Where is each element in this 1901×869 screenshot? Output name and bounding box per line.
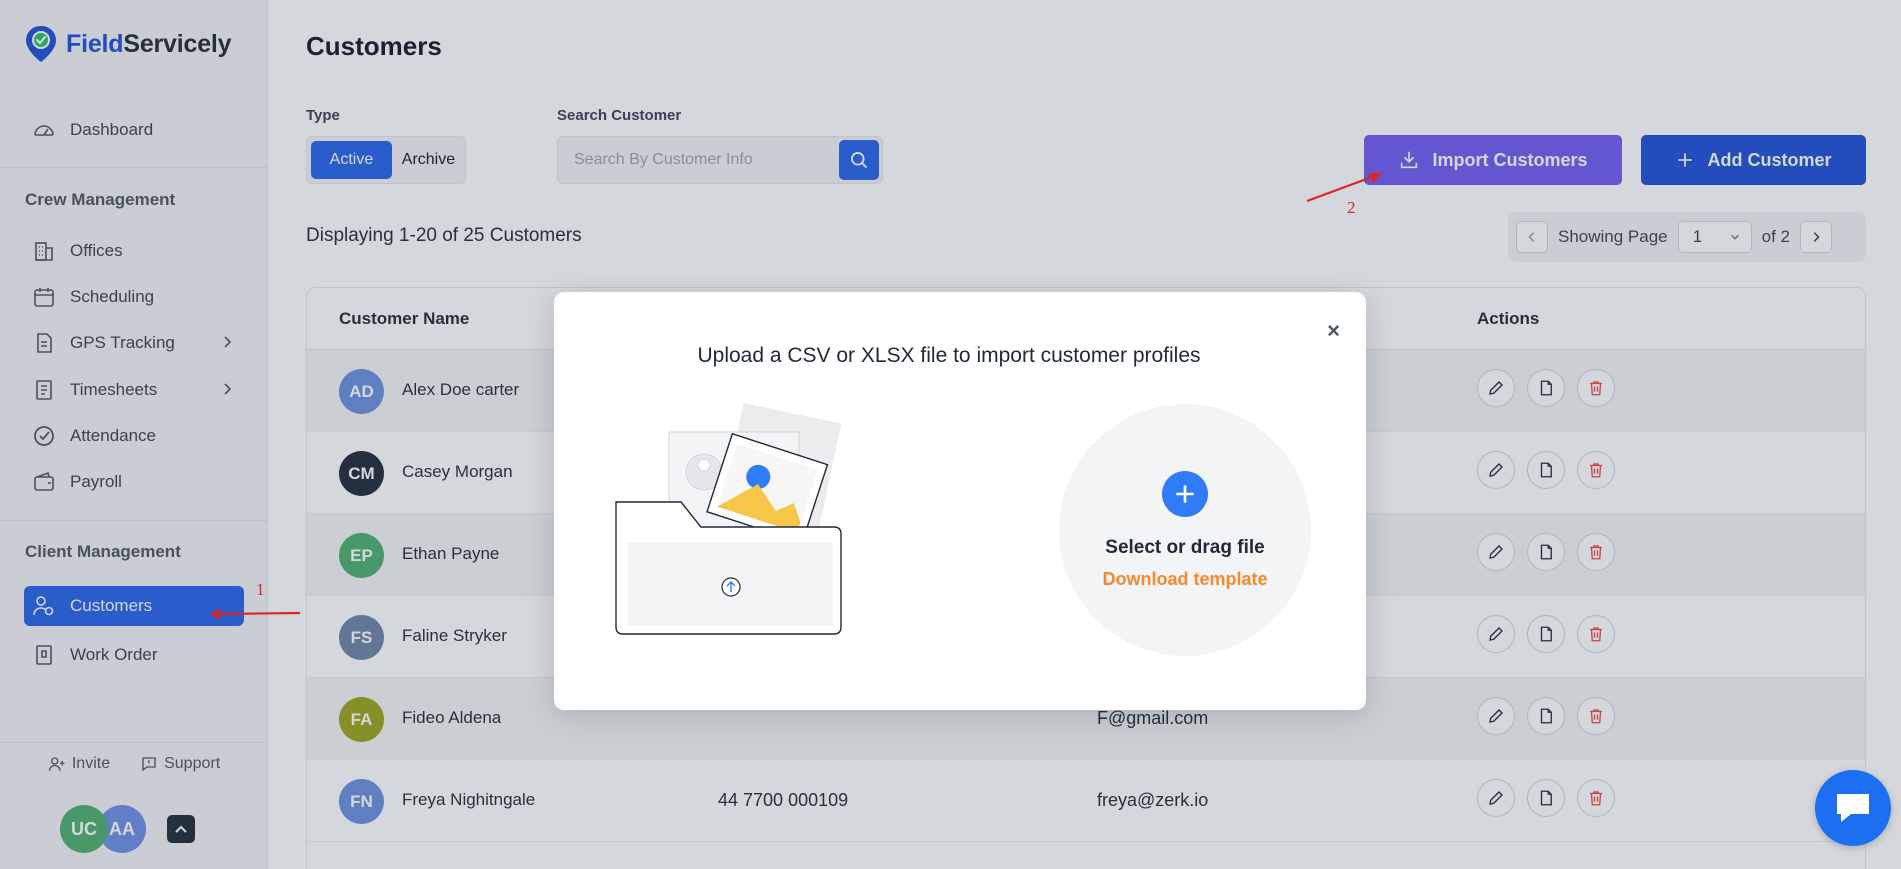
- download-template-link[interactable]: Download template: [1059, 569, 1311, 590]
- annotation-arrow-2-icon: [1306, 173, 1382, 203]
- plus-icon: [1176, 485, 1194, 503]
- annotation-arrow-1-icon: [210, 608, 301, 620]
- select-file-text: Select or drag file: [1105, 537, 1265, 558]
- chat-widget-button[interactable]: [1815, 770, 1891, 846]
- folder-upload-illustration-icon: [615, 402, 842, 635]
- annotation-label-2: 2: [1347, 198, 1356, 217]
- modal-title: Upload a CSV or XLSX file to import cust…: [697, 344, 1201, 367]
- import-modal: × Upload a CSV or XLSX file to import cu…: [554, 292, 1366, 710]
- annotation-label-1: 1: [256, 580, 265, 599]
- close-icon[interactable]: ×: [1327, 320, 1340, 342]
- folder-illustration: [606, 402, 856, 657]
- file-drop-zone[interactable]: Select or drag file Download template: [1059, 404, 1311, 656]
- add-file-button[interactable]: [1162, 471, 1208, 517]
- chat-bubble-icon: [1837, 794, 1869, 822]
